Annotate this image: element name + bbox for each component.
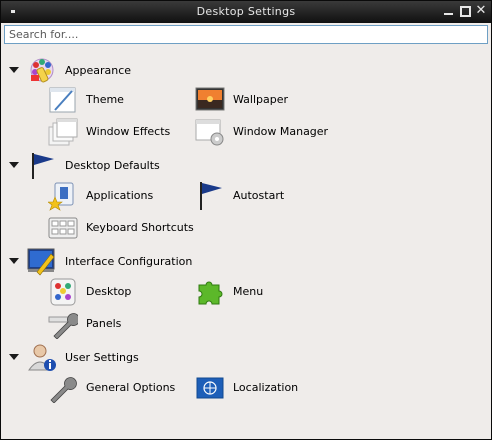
panels-wrench-icon — [48, 309, 80, 340]
item-label: Window Effects — [86, 125, 171, 138]
menu-puzzle-icon — [195, 277, 225, 307]
item-label: Wallpaper — [233, 93, 289, 106]
maximize-button[interactable] — [458, 4, 472, 18]
search-input[interactable] — [4, 25, 488, 44]
flag-icon — [27, 150, 57, 180]
applications-icon — [47, 181, 78, 211]
item-general-options[interactable]: General Options — [48, 373, 188, 404]
item-label: Panels — [86, 317, 122, 330]
category-label: Desktop Defaults — [65, 159, 160, 172]
category-label: Appearance — [65, 64, 132, 77]
item-label: General Options — [86, 381, 176, 394]
item-window-manager[interactable]: Window Manager — [195, 117, 335, 147]
item-keyboard-shortcuts[interactable]: Keyboard Shortcuts — [48, 213, 208, 243]
expand-arrow-icon[interactable] — [9, 354, 19, 360]
expand-arrow-icon[interactable] — [9, 67, 19, 73]
localization-flag-icon — [195, 373, 225, 403]
item-label: Keyboard Shortcuts — [86, 221, 194, 234]
category-user-settings[interactable]: User Settings — [9, 344, 209, 371]
item-theme[interactable]: Theme — [48, 85, 188, 115]
item-panels[interactable]: Panels — [48, 309, 188, 340]
item-label: Applications — [86, 189, 154, 202]
category-label: Interface Configuration — [65, 255, 193, 268]
interface-configuration-icon — [27, 246, 57, 276]
item-label: Window Manager — [233, 125, 329, 138]
autostart-flag-icon — [195, 181, 225, 211]
category-label: User Settings — [65, 351, 139, 364]
window-title: Desktop Settings — [196, 5, 296, 18]
desktop-icon — [48, 277, 78, 307]
category-desktop-defaults[interactable]: Desktop Defaults — [9, 153, 209, 179]
user-settings-icon — [27, 342, 57, 372]
theme-icon — [48, 85, 78, 115]
item-label: Autostart — [233, 189, 285, 202]
item-label: Theme — [86, 93, 124, 106]
item-localization[interactable]: Localization — [195, 373, 335, 403]
item-applications[interactable]: Applications — [47, 181, 188, 211]
category-appearance[interactable]: Appearance — [9, 58, 209, 83]
wallpaper-icon — [195, 85, 225, 115]
title-bar[interactable]: Desktop Settings ✕ — [1, 1, 491, 23]
expand-arrow-icon[interactable] — [9, 258, 19, 264]
item-label: Desktop — [86, 285, 132, 298]
item-label: Localization — [233, 381, 299, 394]
window-effects-icon — [48, 117, 78, 147]
appearance-palette-icon — [27, 55, 57, 85]
item-window-effects[interactable]: Window Effects — [48, 117, 188, 147]
expand-arrow-icon[interactable] — [9, 162, 19, 168]
desktop-settings-window: Desktop Settings ✕ Appearance — [0, 0, 492, 440]
wrench-icon — [48, 373, 78, 404]
item-label: Menu — [233, 285, 264, 298]
item-desktop[interactable]: Desktop — [48, 277, 188, 307]
item-wallpaper[interactable]: Wallpaper — [195, 85, 335, 115]
close-button[interactable]: ✕ — [474, 4, 488, 18]
window-manager-icon — [195, 117, 225, 147]
keyboard-icon — [48, 213, 78, 243]
item-autostart[interactable]: Autostart — [195, 181, 335, 211]
category-interface-configuration[interactable]: Interface Configuration — [9, 248, 229, 276]
item-menu[interactable]: Menu — [195, 277, 335, 307]
minimize-button[interactable] — [442, 4, 456, 18]
